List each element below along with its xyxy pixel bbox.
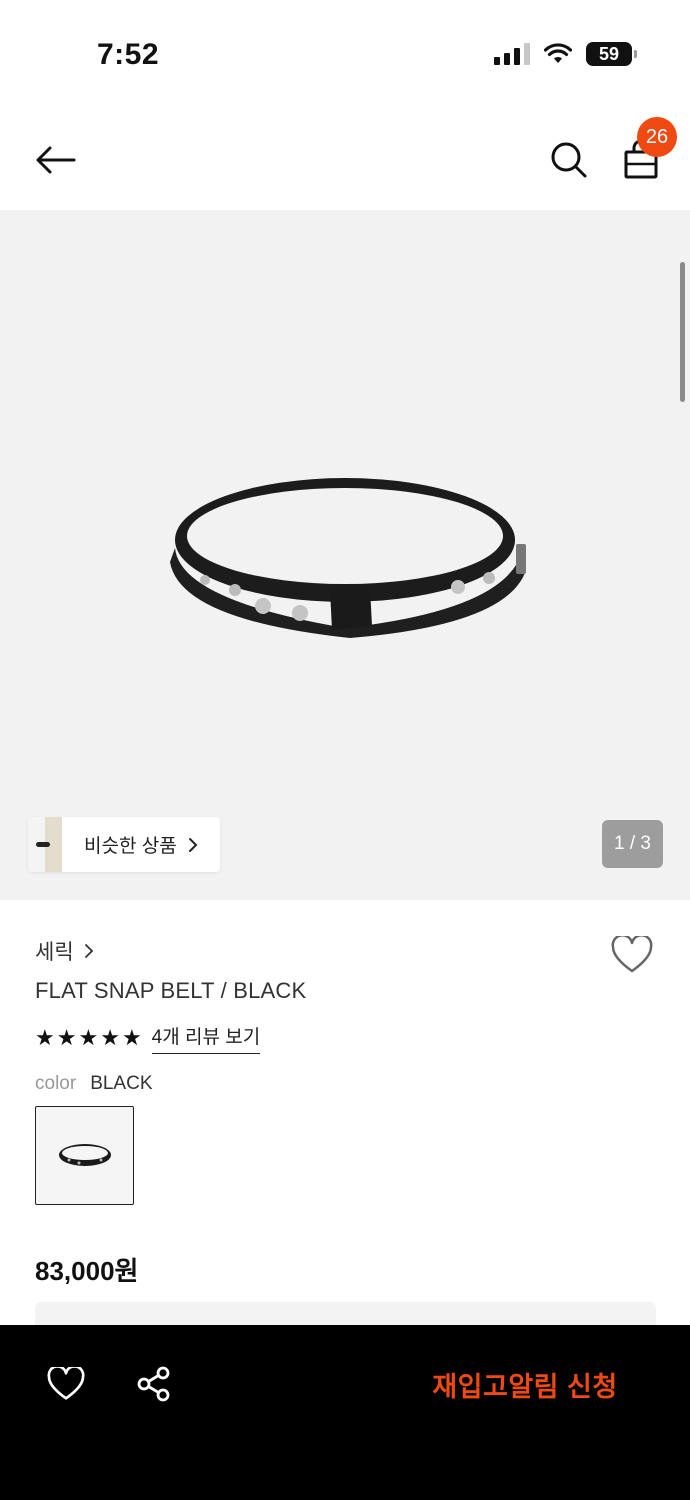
- belt-thumbnail-image: [58, 1143, 111, 1166]
- star-icon: ★: [121, 1025, 142, 1050]
- image-page-counter: 1 / 3: [602, 820, 663, 868]
- chevron-right-icon: [84, 944, 93, 958]
- bottom-action-bar: 재입고알림 신청: [0, 1325, 690, 1500]
- color-value: BLACK: [90, 1073, 153, 1094]
- brand-link[interactable]: 세릭: [35, 936, 94, 966]
- share-icon: [137, 1366, 170, 1402]
- similar-product-thumbnail: [28, 817, 62, 872]
- rating-row: ★ ★ ★ ★ ★ 4개 리뷰 보기: [35, 1022, 261, 1054]
- bottom-wishlist-button[interactable]: [42, 1360, 90, 1408]
- similar-products-label: 비슷한 상품: [84, 836, 177, 857]
- status-indicators: 59: [494, 42, 637, 66]
- battery-icon: 59: [586, 42, 637, 66]
- cellular-signal-icon: [494, 43, 530, 65]
- color-label: color: [35, 1073, 77, 1094]
- star-icon: ★: [35, 1025, 55, 1050]
- status-bar: 7:52 59: [0, 0, 690, 110]
- status-time: 7:52: [97, 38, 160, 71]
- star-icon: ★: [56, 1025, 77, 1050]
- belt-product-image: [170, 478, 526, 638]
- heart-outline-icon: [47, 1367, 85, 1400]
- wishlist-button[interactable]: [608, 933, 656, 977]
- cart-count-badge: 26: [637, 117, 677, 157]
- product-name: FLAT SNAP BELT / BLACK: [35, 978, 307, 1003]
- back-button[interactable]: [30, 138, 80, 182]
- brand-name: 세릭: [35, 941, 74, 964]
- top-navigation: [0, 110, 690, 210]
- heart-outline-icon: [611, 936, 653, 973]
- arrow-left-icon: [36, 146, 76, 174]
- color-row: color BLACK: [35, 1073, 153, 1095]
- share-button[interactable]: [130, 1360, 178, 1408]
- product-image-gallery[interactable]: 비슷한 상품 1 / 3: [0, 210, 690, 900]
- star-icon: ★: [100, 1025, 120, 1050]
- star-icon: ★: [78, 1025, 99, 1050]
- star-rating: ★ ★ ★ ★ ★: [35, 1027, 142, 1049]
- restock-alert-button[interactable]: 재입고알림 신청: [400, 1357, 650, 1411]
- search-button[interactable]: [544, 136, 594, 184]
- battery-level: 59: [598, 43, 620, 64]
- scrollbar[interactable]: [680, 262, 685, 402]
- product-price: 83,000원: [35, 1256, 139, 1286]
- wifi-icon: [544, 43, 572, 63]
- similar-products-button[interactable]: 비슷한 상품: [28, 817, 220, 872]
- color-option-black[interactable]: [35, 1106, 134, 1205]
- search-icon: [551, 142, 587, 178]
- review-link[interactable]: 4개 리뷰 보기: [151, 1022, 261, 1054]
- chevron-right-icon: [187, 836, 199, 854]
